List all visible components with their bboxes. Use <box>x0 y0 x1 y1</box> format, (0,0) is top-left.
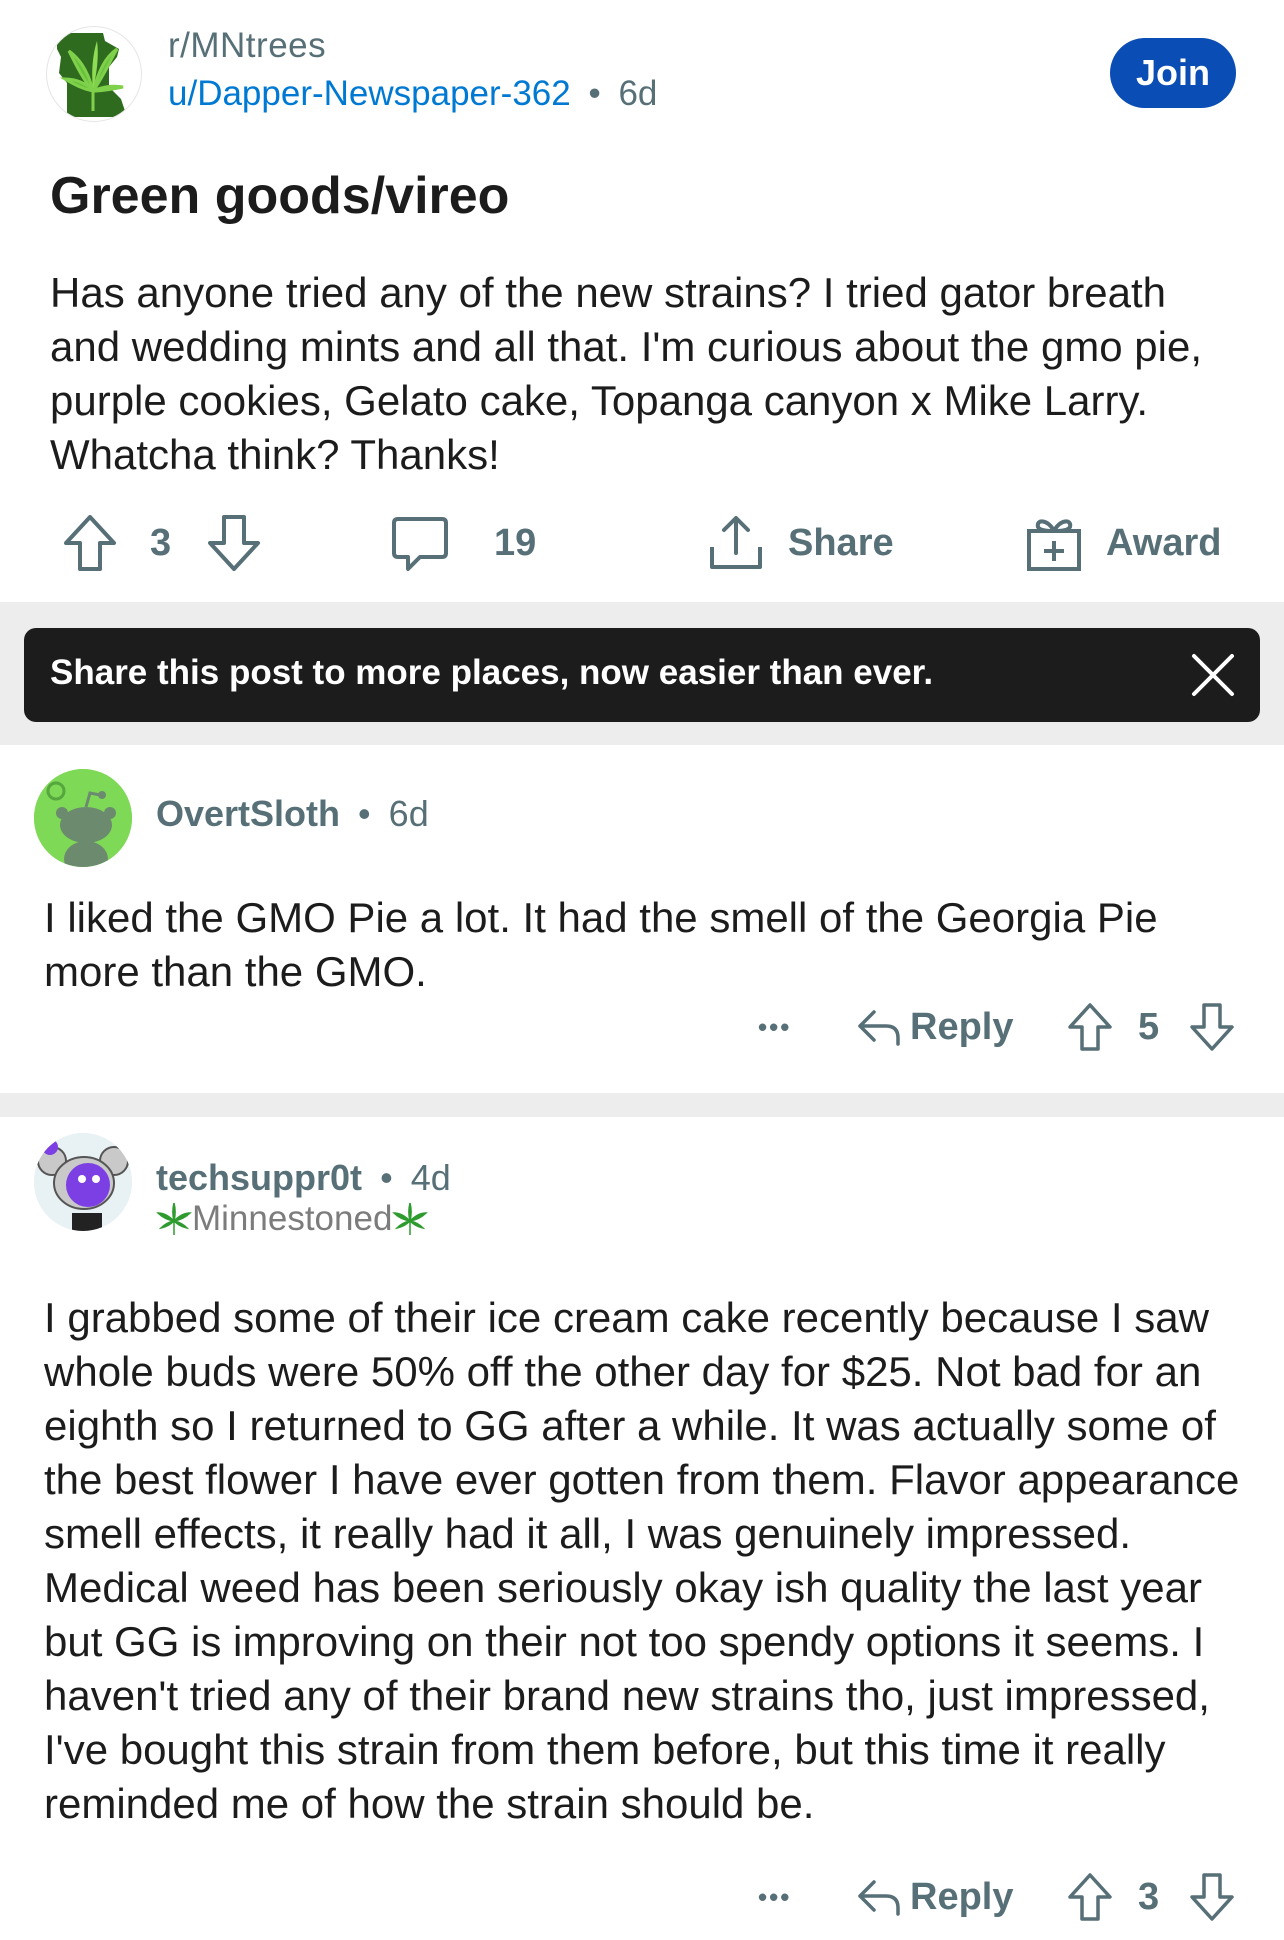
meta-separator: • <box>358 793 371 834</box>
section-divider <box>0 1093 1284 1117</box>
downvote-button[interactable] <box>1188 1865 1236 1929</box>
post-meta: u/Dapper-Newspaper-362 • 6d <box>168 74 657 114</box>
reply-button[interactable]: Reply <box>856 995 1013 1059</box>
comment-meta: OvertSloth • 6d <box>156 793 429 835</box>
comment-meta: techsuppr0t • 4d <box>156 1157 451 1199</box>
post-action-bar: 3 19 Share Award <box>0 508 1284 578</box>
avatar[interactable] <box>34 769 132 867</box>
flair-text: Minnestoned <box>192 1199 393 1238</box>
meta-separator: • <box>380 1157 393 1198</box>
arrow-down-outline-icon <box>1190 1003 1234 1051</box>
comment: OvertSloth • 6d I liked the GMO Pie a lo… <box>0 745 1284 1093</box>
cannabis-leaf-icon <box>392 1202 429 1235</box>
award-button[interactable]: Award <box>1024 508 1221 578</box>
upvote-button[interactable] <box>62 508 118 578</box>
subreddit-name[interactable]: r/MNtrees <box>168 26 326 66</box>
meta-separator: • <box>588 74 601 113</box>
arrow-down-outline-icon <box>208 515 260 571</box>
reply-arrow-icon <box>858 1880 900 1916</box>
comment-age: 4d <box>410 1157 451 1198</box>
arrow-up-outline-icon <box>1068 1003 1112 1051</box>
share-upload-icon <box>710 516 762 569</box>
post-body: Has anyone tried any of the new strains?… <box>50 269 1203 478</box>
comment-body: I grabbed some of their ice cream cake r… <box>44 1294 1240 1827</box>
gift-box-icon <box>1027 519 1081 571</box>
close-x-icon <box>1192 654 1234 696</box>
join-button[interactable]: Join <box>1110 38 1236 108</box>
award-label: Award <box>1106 521 1222 564</box>
post-score: 3 <box>150 521 172 564</box>
share-label: Share <box>788 521 894 564</box>
share-button[interactable]: Share <box>706 508 894 578</box>
comment-username[interactable]: OvertSloth <box>156 793 340 834</box>
comment-score: 3 <box>1138 1875 1160 1918</box>
share-banner: Share this post to more places, now easi… <box>24 628 1260 722</box>
comment-action-bar: ••• Reply 5 <box>0 995 1284 1059</box>
reply-button[interactable]: Reply <box>856 1865 1013 1929</box>
snoo-avatar-icon <box>34 769 132 867</box>
reply-label: Reply <box>910 1005 1014 1048</box>
downvote-button[interactable] <box>1188 995 1236 1059</box>
arrow-up-outline-icon <box>1068 1873 1112 1921</box>
upvote-button[interactable] <box>1066 1865 1114 1929</box>
user-flair: Minnestoned <box>156 1199 429 1239</box>
post-title: Green goods/vireo <box>50 167 510 225</box>
comment-age: 6d <box>388 793 429 834</box>
speech-bubble-icon <box>392 517 448 571</box>
comments-button[interactable]: 19 <box>390 508 536 578</box>
share-banner-text: Share this post to more places, now easi… <box>50 653 934 692</box>
avatar[interactable] <box>34 1133 132 1231</box>
reply-label: Reply <box>910 1875 1014 1918</box>
comment-body: I liked the GMO Pie a lot. It had the sm… <box>44 894 1158 995</box>
upvote-button[interactable] <box>1066 995 1114 1059</box>
author-link[interactable]: u/Dapper-Newspaper-362 <box>168 74 571 113</box>
cannabis-leaf-icon <box>156 1202 192 1235</box>
comment-action-bar: ••• Reply 3 <box>0 1865 1284 1929</box>
comment-username[interactable]: techsuppr0t <box>156 1157 362 1198</box>
comment: techsuppr0t • 4d Minnestoned I grabbed s… <box>0 1117 1284 1940</box>
arrow-up-outline-icon <box>64 515 116 571</box>
close-banner-button[interactable] <box>1188 650 1238 700</box>
post-card: r/MNtrees u/Dapper-Newspaper-362 • 6d Jo… <box>0 0 1284 602</box>
reply-arrow-icon <box>858 1010 900 1046</box>
comment-score: 5 <box>1138 1005 1160 1048</box>
minnesota-cannabis-leaf-icon <box>57 33 127 117</box>
subreddit-avatar[interactable] <box>46 26 142 122</box>
downvote-button[interactable] <box>206 508 262 578</box>
more-options-button[interactable]: ••• <box>758 1865 791 1929</box>
arrow-down-outline-icon <box>1190 1873 1234 1921</box>
comment-count: 19 <box>494 521 537 564</box>
post-age: 6d <box>618 74 658 113</box>
more-options-button[interactable]: ••• <box>758 995 791 1059</box>
snoo-avatar-icon <box>34 1133 132 1231</box>
